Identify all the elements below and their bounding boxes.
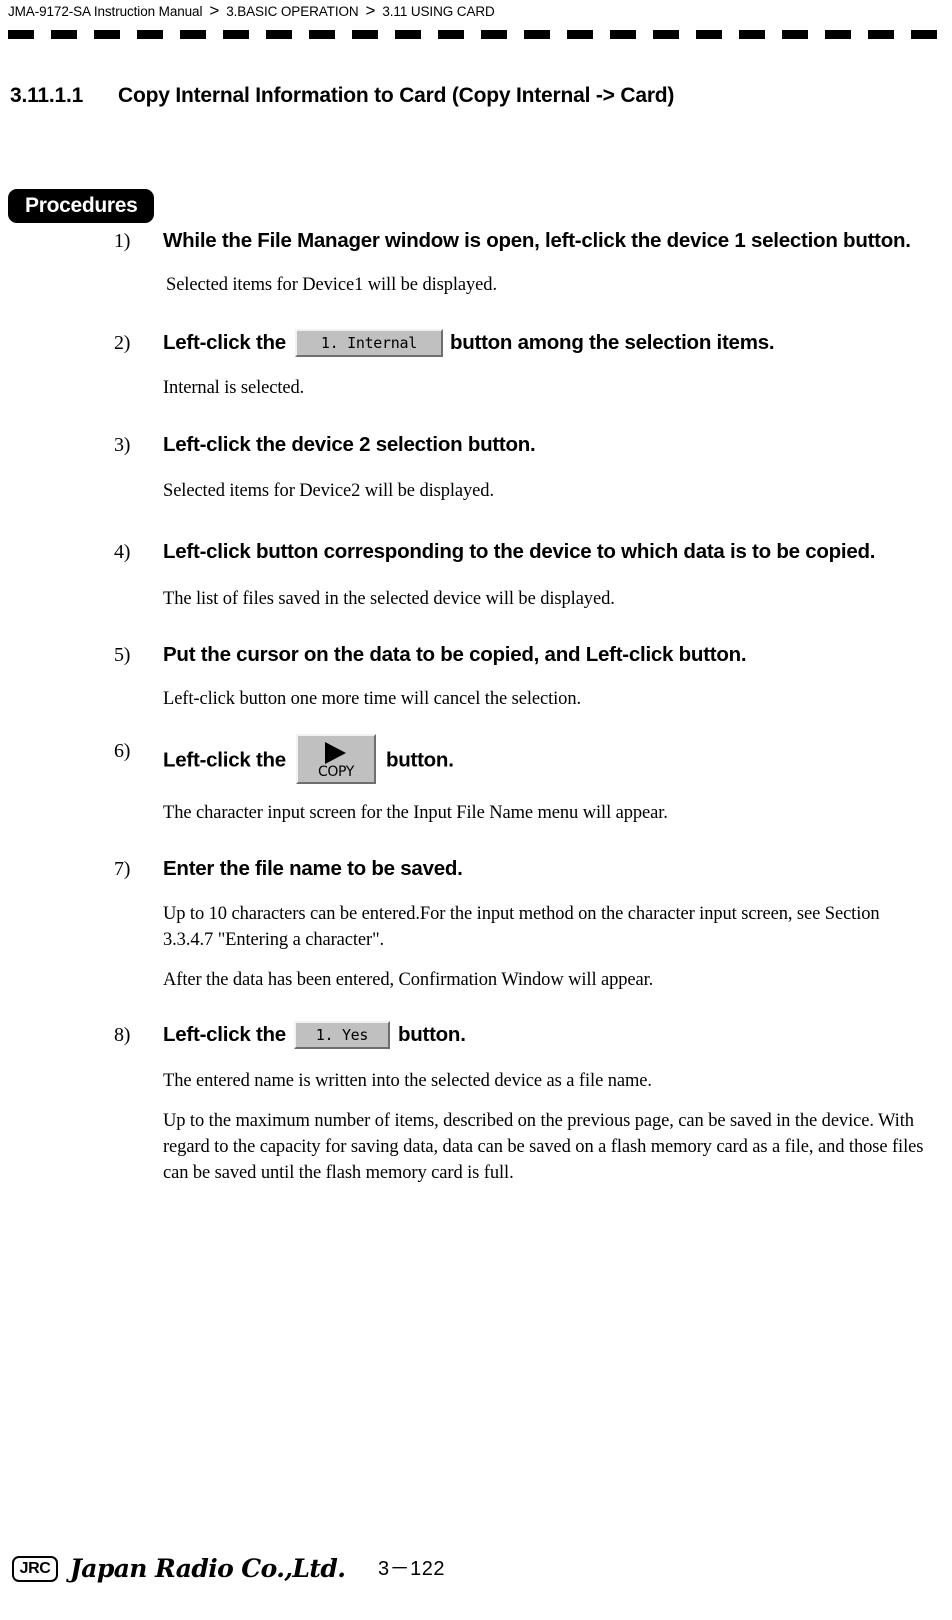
step-2-number: 2) [114,332,131,354]
section-number: 3.11.1.1 [10,84,84,107]
step-8-note: The entered name is written into the sel… [163,1071,652,1091]
step-4-heading: 4) Left-click button corresponding to th… [108,533,928,571]
step-8-number: 8) [114,1024,131,1046]
page-number: 3－122 [378,1558,445,1580]
step-8-heading-text-before: Left-click the [163,1023,286,1046]
step-1-number: 1) [114,230,131,252]
step-1-heading-text: While the File Manager window is open, l… [163,229,911,252]
procedure-steps-list: 1) While the File Manager window is open… [108,226,928,1186]
step-2-note: Internal is selected. [163,378,305,398]
step-3-number: 3) [114,434,131,456]
step-6-note: The character input screen for the Input… [163,803,668,823]
step-3-heading: 3) Left-click the device 2 selection but… [108,430,928,460]
copy-button[interactable]: COPY [295,734,376,784]
step-2-heading: 2) Left-click the 1. Internal button among … [108,328,928,358]
step-1-note: Selected items for Device1 will be displ… [166,275,497,295]
step-5-note: Left-click button one more time will can… [163,689,582,709]
step-5: 5) Put the cursor on the data to be copi… [108,640,928,712]
step-6-heading-text-before: Left-click the [163,748,286,772]
step-4-heading-text: Left-click button corresponding to the d… [163,540,876,563]
header-dashed-divider [8,30,946,39]
step-4-note: The list of files saved in the selected … [163,589,615,609]
step-3-heading-text: Left-click the device 2 selection button… [163,433,536,456]
step-1: 1) While the File Manager window is open… [108,226,928,298]
step-7-note-2: After the data has been entered, Confirm… [163,970,654,990]
step-5-heading-text: Put the cursor on the data to be copied,… [163,643,747,666]
company-name: Japan Radio Co.,Ltd. [70,1554,346,1583]
step-3-note: Selected items for Device2 will be displ… [163,481,494,501]
step-7-note: Up to 10 characters can be entered.For t… [163,904,880,950]
step-7: 7) Enter the file name to be saved. Up t… [108,854,928,993]
step-8-heading-text-after: button. [397,1023,466,1046]
step-6-heading-text-after: button. [385,748,454,772]
step-4-number: 4) [114,541,131,563]
step-8-note-2: Up to the maximum number of items, descr… [163,1111,924,1183]
procedures-badge: Procedures [8,189,154,223]
page-footer: JRC Japan Radio Co.,Ltd. 3－122 [0,1528,952,1598]
internal-button[interactable]: 1. Internal [294,328,443,357]
step-7-heading-text: Enter the file name to be saved. [163,857,463,880]
breadcrumb-separator-icon: > [365,0,376,20]
step-6-number: 6) [114,740,131,762]
step-5-heading: 5) Put the cursor on the data to be copi… [108,640,928,670]
step-8-heading: 8) Left-click the 1. Yes button. [108,1020,928,1050]
section-title-text: Copy Internal Information to Card (Copy … [118,84,675,107]
page-title: 3.11.1.1 Copy Internal Information to Car… [10,84,940,108]
step-2-heading-text-before: Left-click the [163,331,286,354]
step-4: 4) Left-click button corresponding to th… [108,533,928,612]
step-6: 6) Left-click the COPY button. The characte… [108,734,928,826]
step-8: 8) Left-click the 1. Yes button. The entere… [108,1020,928,1186]
step-7-heading: 7) Enter the file name to be saved. [108,854,928,884]
step-6-heading: 6) Left-click the COPY button. [108,734,928,786]
step-7-number: 7) [114,858,131,880]
breadcrumb: JMA-9172-SA Instruction Manual > 3.BASIC… [8,0,944,22]
step-2-heading-text-after: button among the selection items. [449,331,775,354]
play-triangle-icon [325,742,347,764]
step-1-heading: 1) While the File Manager window is open… [108,226,928,256]
jrc-logo-icon: JRC [12,1556,58,1582]
step-2: 2) Left-click the 1. Internal button among … [108,328,928,401]
breadcrumb-chapter: 3.BASIC OPERATION [226,3,359,19]
breadcrumb-section: 3.11 USING CARD [382,3,495,19]
breadcrumb-separator-icon: > [209,0,220,20]
copy-button-label: COPY [318,764,354,780]
yes-button[interactable]: 1. Yes [293,1020,390,1049]
step-3: 3) Left-click the device 2 selection but… [108,430,928,504]
breadcrumb-manual: JMA-9172-SA Instruction Manual [8,3,203,19]
step-5-number: 5) [114,644,131,666]
